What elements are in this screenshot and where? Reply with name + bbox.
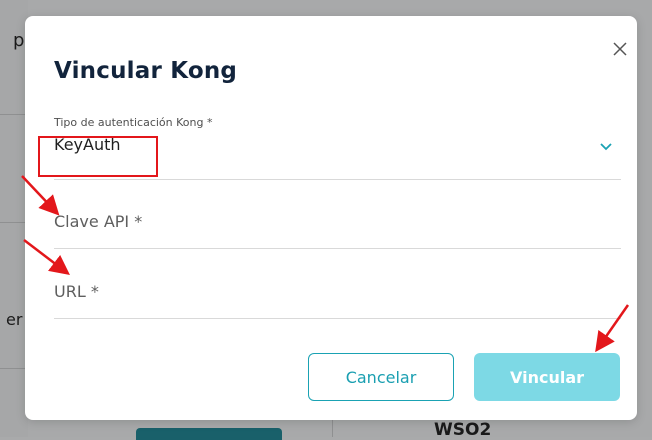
field-underline: [54, 318, 621, 319]
api-key-field[interactable]: Clave API *: [54, 202, 621, 250]
chevron-down-icon[interactable]: [599, 142, 613, 152]
background-button: [136, 428, 282, 440]
background-partial-text: er: [6, 310, 23, 329]
background-partial-text: p: [13, 30, 25, 51]
url-field[interactable]: URL *: [54, 272, 621, 320]
url-placeholder: URL *: [54, 282, 99, 301]
dialog-title: Vincular Kong: [54, 58, 238, 84]
api-key-placeholder: Clave API *: [54, 212, 143, 231]
background-wso2-label: WSO2: [434, 420, 492, 440]
auth-type-value: KeyAuth: [54, 135, 121, 154]
background-divider: [0, 114, 28, 115]
auth-type-select[interactable]: Tipo de autenticación Kong * KeyAuth: [54, 116, 621, 181]
background-left-panel: [0, 0, 28, 437]
close-icon[interactable]: [609, 38, 631, 60]
field-underline: [54, 179, 621, 180]
link-button[interactable]: Vincular: [474, 353, 620, 401]
field-underline: [54, 248, 621, 249]
auth-type-label: Tipo de autenticación Kong *: [54, 116, 213, 129]
link-kong-dialog: Vincular Kong Tipo de autenticación Kong…: [25, 16, 637, 420]
background-divider: [0, 222, 28, 223]
cancel-button[interactable]: Cancelar: [308, 353, 454, 401]
background-divider: [0, 368, 28, 369]
